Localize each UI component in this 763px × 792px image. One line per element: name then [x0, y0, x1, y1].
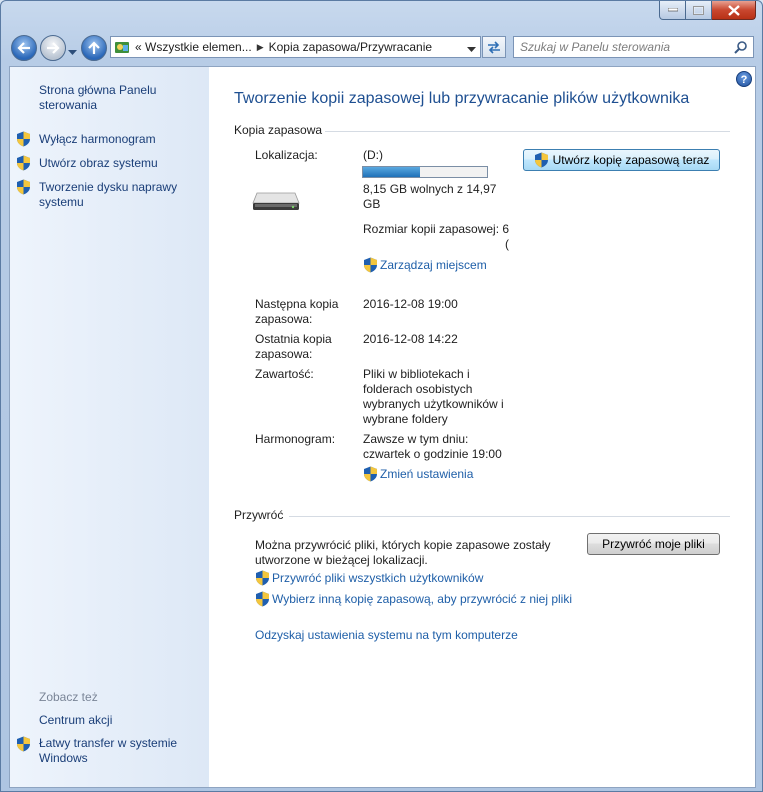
uac-shield-icon [534, 152, 548, 168]
maximize-icon [693, 5, 704, 15]
recent-pages-dropdown[interactable] [68, 45, 77, 59]
uac-shield-icon [364, 466, 377, 482]
chevron-down-icon [467, 47, 476, 52]
change-settings-label[interactable]: Zmień ustawienia [380, 467, 473, 481]
maximize-button[interactable] [686, 1, 712, 20]
sidebar-item-label[interactable]: Tworzenie dysku naprawy systemu [39, 180, 177, 209]
breadcrumb-backup-restore[interactable]: Kopia zapasowa/Przywracanie [266, 40, 435, 54]
help-icon[interactable]: ? [736, 71, 752, 87]
drive-icon [251, 187, 301, 216]
sidebar-home-label[interactable]: Strona główna Panelu sterowania [39, 83, 156, 112]
close-icon [727, 4, 740, 16]
backup-now-label: Utwórz kopię zapasową teraz [552, 153, 710, 167]
content-frame: Strona główna Panelu sterowania Wyłącz h… [9, 66, 756, 788]
sidebar-link-easy-transfer[interactable]: Łatwy transfer w systemie Windows [39, 736, 189, 766]
back-button[interactable] [11, 35, 37, 61]
restore-my-files-label: Przywróć moje pliki [602, 537, 705, 551]
arrow-right-icon [47, 42, 60, 54]
task-pane: Strona główna Panelu sterowania Wyłącz h… [10, 67, 209, 787]
restore-section-divider [289, 516, 730, 517]
restore-description: Można przywrócić pliki, których kopie za… [255, 538, 551, 567]
refresh-button[interactable] [482, 36, 506, 58]
caption-buttons [659, 1, 756, 20]
refresh-icon [488, 41, 500, 54]
chevron-right-icon[interactable]: ▶ [255, 42, 266, 53]
recover-system-label[interactable]: Odzyskaj ustawienia systemu na tym kompu… [255, 628, 518, 642]
location-value: (D:) [363, 148, 383, 162]
sidebar-home-link[interactable]: Strona główna Panelu sterowania [39, 83, 174, 113]
minimize-button[interactable] [659, 1, 686, 20]
breadcrumb-all-items[interactable]: « Wszystkie elemen... [132, 40, 255, 54]
select-other-backup-label[interactable]: Wybierz inną kopię zapasową, aby przywró… [272, 592, 572, 606]
manage-space-label[interactable]: Zarządzaj miejscem [380, 258, 487, 272]
uac-shield-icon [364, 257, 377, 273]
uac-shield-icon [16, 131, 31, 150]
backup-size-cut: ( [505, 237, 509, 251]
change-settings-link[interactable]: Zmień ustawienia [363, 466, 473, 482]
sidebar-item-label[interactable]: Utwórz obraz systemu [39, 156, 158, 170]
sidebar-item-create-repair-disc[interactable]: Tworzenie dysku naprawy systemu [39, 180, 189, 210]
last-backup-label: Ostatnia kopia zapasowa: [255, 332, 332, 361]
sidebar-item-label[interactable]: Centrum akcji [39, 713, 112, 727]
recover-system-link[interactable]: Odzyskaj ustawienia systemu na tym kompu… [255, 628, 518, 643]
sidebar-item-disable-schedule[interactable]: Wyłącz harmonogram [39, 132, 156, 147]
forward-button[interactable] [40, 35, 66, 61]
close-button[interactable] [712, 1, 756, 20]
backup-now-button[interactable]: Utwórz kopię zapasową teraz [523, 149, 720, 171]
see-also-heading: Zobacz też [39, 690, 98, 704]
backup-section-divider [325, 131, 730, 132]
search-icon[interactable] [734, 40, 748, 57]
disk-space-bar [362, 166, 488, 178]
explorer-window: « Wszystkie elemen... ▶ Kopia zapasowa/P… [0, 0, 763, 792]
arrow-up-icon [88, 41, 100, 54]
restore-my-files-button[interactable]: Przywróć moje pliki [587, 533, 720, 555]
minimize-icon [667, 8, 678, 12]
contents-label: Zawartość: [255, 367, 314, 381]
address-dropdown[interactable] [467, 42, 476, 56]
main-content: ? Tworzenie kopii zapasowej lub przywrac… [209, 67, 755, 787]
restore-all-users-label[interactable]: Przywróć pliki wszystkich użytkowników [272, 571, 483, 585]
location-label: Lokalizacja: [255, 148, 318, 162]
last-backup-value: 2016-12-08 14:22 [363, 332, 458, 346]
sidebar-item-create-system-image[interactable]: Utwórz obraz systemu [39, 156, 158, 171]
uac-shield-icon [16, 736, 31, 755]
restore-all-users-link[interactable]: Przywróć pliki wszystkich użytkowników [255, 570, 483, 586]
select-other-backup-link[interactable]: Wybierz inną kopię zapasową, aby przywró… [255, 591, 572, 607]
search-box[interactable] [513, 36, 754, 58]
up-button[interactable] [81, 35, 107, 61]
schedule-value: Zawsze w tym dniu: czwartek o godzinie 1… [363, 432, 502, 461]
manage-space-link[interactable]: Zarządzaj miejscem [363, 257, 487, 273]
page-title: Tworzenie kopii zapasowej lub przywracan… [234, 90, 690, 107]
disk-space-fill [363, 167, 421, 177]
chevron-down-icon [68, 50, 77, 55]
next-backup-value: 2016-12-08 19:00 [363, 297, 458, 311]
uac-shield-icon [256, 570, 269, 586]
arrow-left-icon [17, 42, 30, 54]
space-free-text: 8,15 GB wolnych z 14,97 GB [363, 182, 497, 211]
schedule-label: Harmonogram: [255, 432, 336, 446]
sidebar-item-label[interactable]: Łatwy transfer w systemie Windows [39, 736, 177, 765]
next-backup-label: Następna kopia zapasowa: [255, 297, 339, 326]
control-panel-icon [115, 42, 129, 53]
sidebar-link-action-center[interactable]: Centrum akcji [39, 713, 112, 728]
backup-section-label: Kopia zapasowa [234, 123, 323, 137]
sidebar-item-label[interactable]: Wyłącz harmonogram [39, 132, 156, 146]
uac-shield-icon [16, 179, 31, 198]
uac-shield-icon [256, 591, 269, 607]
uac-shield-icon [16, 155, 31, 174]
backup-size-label: Rozmiar kopii zapasowej: 6 [363, 222, 509, 236]
contents-value: Pliki w bibliotekach i folderach osobist… [363, 367, 504, 426]
search-input[interactable] [514, 37, 724, 57]
restore-section-label: Przywróć [234, 508, 284, 522]
address-bar[interactable]: « Wszystkie elemen... ▶ Kopia zapasowa/P… [110, 36, 481, 58]
